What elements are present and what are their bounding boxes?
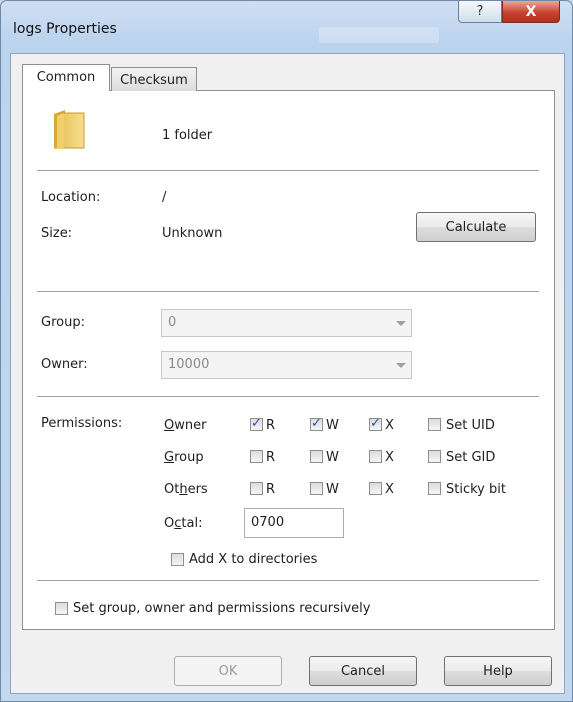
owner-read-checkbox[interactable] bbox=[250, 416, 263, 431]
others-write-checkbox[interactable] bbox=[310, 482, 323, 495]
selection-summary: 1 folder bbox=[162, 128, 213, 143]
chevron-down-icon bbox=[396, 321, 406, 326]
group-execute-checkbox[interactable] bbox=[369, 450, 382, 463]
perm-row-owner-label: Owner bbox=[164, 418, 207, 433]
perm-row-others-label: Others bbox=[164, 482, 208, 497]
set-gid-checkbox[interactable] bbox=[428, 450, 441, 463]
owner-execute-label: X bbox=[385, 418, 394, 433]
octal-label: Octal: bbox=[164, 516, 203, 531]
recursive-label: Set group, owner and permissions recursi… bbox=[73, 601, 371, 616]
help-button-label: Help bbox=[483, 663, 513, 679]
group-read-checkbox[interactable] bbox=[250, 450, 263, 463]
group-execute-label: X bbox=[385, 450, 394, 465]
tab-common-label: Common bbox=[36, 70, 96, 85]
group-select[interactable]: 0 bbox=[161, 309, 412, 337]
size-value: Unknown bbox=[162, 226, 223, 241]
set-uid-checkbox[interactable] bbox=[428, 418, 441, 431]
separator-3 bbox=[37, 396, 539, 398]
tab-checksum-label: Checksum bbox=[120, 73, 188, 88]
octal-input-value: 0700 bbox=[251, 515, 285, 530]
window-title: logs Properties bbox=[13, 21, 117, 37]
owner-select[interactable]: 10000 bbox=[161, 351, 412, 379]
sticky-bit-checkbox[interactable] bbox=[428, 482, 441, 495]
add-x-to-directories-checkbox[interactable] bbox=[171, 553, 184, 566]
permissions-label: Permissions: bbox=[41, 416, 123, 431]
tab-checksum[interactable]: Checksum bbox=[111, 67, 197, 91]
others-execute-label: X bbox=[385, 482, 394, 497]
add-x-to-directories-label: Add X to directories bbox=[189, 552, 318, 567]
perm-row-group-label: Group bbox=[164, 450, 204, 465]
others-write-label: W bbox=[326, 482, 339, 497]
help-button[interactable]: Help bbox=[444, 656, 552, 686]
separator-1 bbox=[37, 170, 539, 172]
owner-write-checkbox[interactable] bbox=[310, 416, 323, 431]
close-icon: X bbox=[525, 3, 537, 20]
others-read-label: R bbox=[266, 482, 276, 497]
tab-common[interactable]: Common bbox=[22, 64, 110, 91]
owner-label: Owner: bbox=[41, 357, 88, 372]
question-icon: ? bbox=[476, 4, 484, 19]
folder-icon bbox=[54, 110, 85, 149]
titlebar-glass bbox=[319, 27, 439, 43]
group-select-value: 0 bbox=[168, 315, 177, 330]
calculate-button[interactable]: Calculate bbox=[416, 212, 536, 242]
chevron-down-icon bbox=[396, 363, 406, 368]
location-value: / bbox=[162, 190, 167, 205]
calculate-button-label: Calculate bbox=[445, 219, 507, 235]
separator-2 bbox=[37, 291, 539, 293]
owner-write-label: W bbox=[326, 418, 339, 433]
owner-select-value: 10000 bbox=[168, 357, 210, 372]
sticky-bit-label: Sticky bit bbox=[446, 482, 506, 497]
size-label: Size: bbox=[41, 226, 73, 241]
group-write-label: W bbox=[326, 450, 339, 465]
recursive-checkbox[interactable] bbox=[55, 602, 68, 615]
separator-4 bbox=[37, 580, 539, 582]
group-label: Group: bbox=[41, 315, 85, 330]
close-button[interactable]: X bbox=[502, 1, 560, 23]
owner-execute-checkbox[interactable] bbox=[369, 416, 382, 431]
owner-read-label: R bbox=[266, 418, 276, 433]
help-title-button[interactable]: ? bbox=[458, 1, 502, 23]
others-read-checkbox[interactable] bbox=[250, 482, 263, 495]
group-read-label: R bbox=[266, 450, 276, 465]
octal-input[interactable]: 0700 bbox=[244, 508, 344, 538]
ok-button[interactable]: OK bbox=[174, 656, 282, 686]
cancel-button[interactable]: Cancel bbox=[309, 656, 417, 686]
set-gid-label: Set GID bbox=[446, 450, 496, 465]
others-execute-checkbox[interactable] bbox=[369, 482, 382, 495]
set-uid-label: Set UID bbox=[446, 418, 495, 433]
location-label: Location: bbox=[41, 190, 101, 205]
group-write-checkbox[interactable] bbox=[310, 450, 323, 463]
cancel-button-label: Cancel bbox=[340, 663, 386, 679]
ok-button-label: OK bbox=[218, 663, 238, 679]
